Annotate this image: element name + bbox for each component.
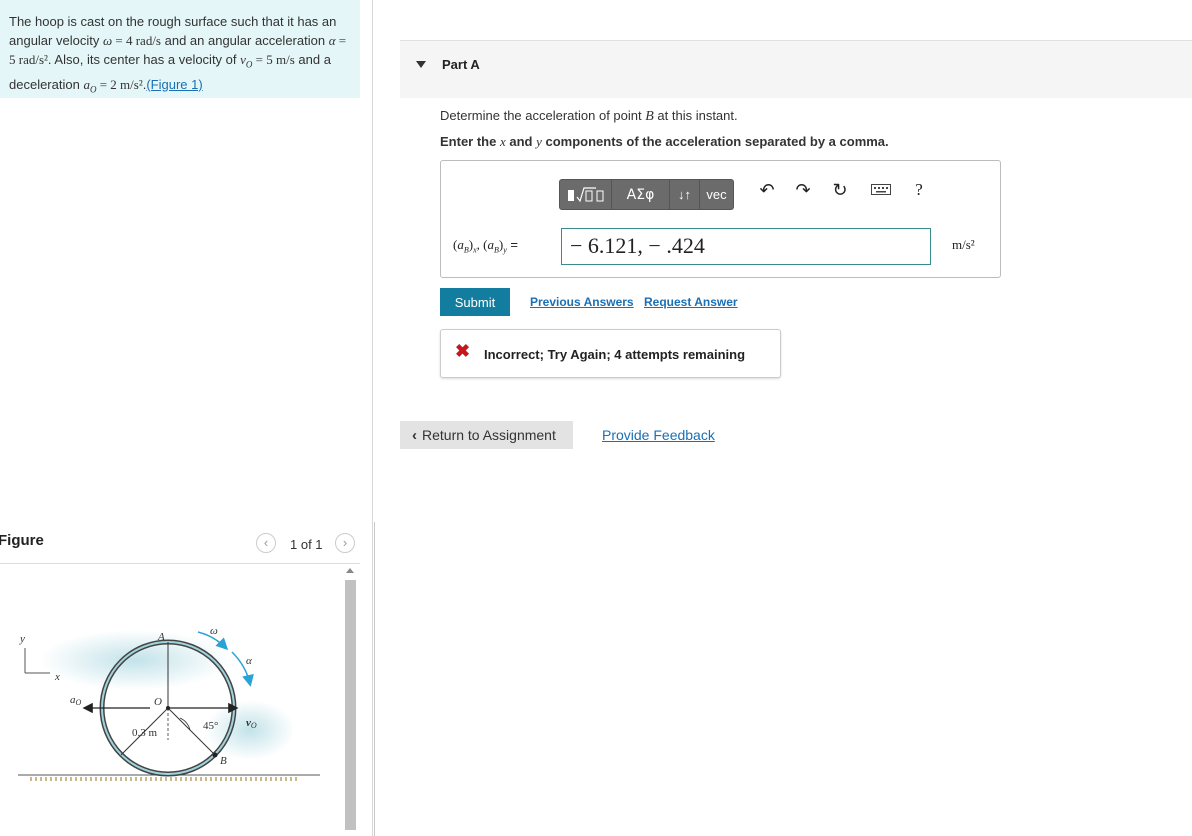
- figure-prev-button[interactable]: ‹: [256, 533, 276, 553]
- redo-icon[interactable]: ↷: [790, 180, 816, 208]
- chevron-left-icon: ‹: [263, 535, 269, 550]
- figure-title: Figure: [0, 532, 44, 549]
- question-text: Determine the acceleration of point B at…: [440, 108, 738, 124]
- answer-label: (aB)x, (aB)y =: [453, 237, 518, 255]
- label-B: B: [220, 755, 227, 767]
- submit-button[interactable]: Submit: [440, 288, 510, 316]
- keyboard-button[interactable]: [868, 180, 894, 208]
- label-A: A: [157, 631, 165, 643]
- scroll-up-icon: [346, 568, 354, 573]
- scrollbar-thumb[interactable]: [345, 580, 356, 830]
- collapse-triangle-icon[interactable]: [416, 61, 426, 68]
- previous-answers-link[interactable]: Previous Answers: [530, 295, 634, 309]
- problem-statement-panel: The hoop is cast on the rough surface su…: [0, 0, 360, 98]
- undo-icon[interactable]: ↶: [754, 180, 780, 208]
- instruction-text: Enter the x and y components of the acce…: [440, 134, 889, 149]
- label-angle: 45°: [203, 720, 218, 732]
- answer-units: m/s²: [952, 237, 975, 252]
- figure-link[interactable]: (Figure 1): [146, 77, 202, 92]
- label-alpha: α: [246, 655, 252, 667]
- label-O: O: [154, 696, 162, 708]
- sqrt-template-icon: [567, 186, 603, 202]
- arrows-button[interactable]: ↓↑: [670, 179, 700, 210]
- figure-divider: [0, 563, 360, 564]
- figure-panel-border: [374, 522, 375, 836]
- greek-symbols-button[interactable]: ΑΣφ: [612, 179, 670, 210]
- point-B: [212, 752, 218, 758]
- x-icon: ✖: [455, 341, 471, 361]
- label-aO: aO: [70, 694, 82, 707]
- hoop-figure: y x A ω α aO O vO 0.3 m 45° B: [18, 625, 320, 781]
- problem-text: The hoop is cast on the rough surface su…: [9, 14, 347, 95]
- part-title: Part A: [442, 57, 480, 72]
- request-answer-link[interactable]: Request Answer: [644, 295, 738, 309]
- vector-button[interactable]: vec: [700, 179, 734, 210]
- feedback-message: ✖ Incorrect; Try Again; 4 attempts remai…: [440, 329, 781, 378]
- answer-box: ΑΣφ ↓↑ vec ↶ ↷ ↻ ? (aB)x, (aB)y = − 6.12…: [440, 160, 1001, 278]
- figure-next-button[interactable]: ›: [335, 533, 355, 553]
- figure-scrollbar[interactable]: [343, 566, 357, 836]
- provide-feedback-link[interactable]: Provide Feedback: [602, 427, 715, 443]
- svg-text:y: y: [19, 633, 25, 645]
- answer-input[interactable]: − 6.121, − .424: [561, 228, 931, 265]
- help-icon[interactable]: ?: [906, 180, 932, 208]
- reset-icon[interactable]: ↻: [827, 180, 853, 208]
- figure-counter: 1 of 1: [290, 537, 323, 552]
- return-to-assignment-button[interactable]: ‹ Return to Assignment: [400, 421, 573, 449]
- chevron-right-icon: ›: [342, 535, 348, 550]
- panel-divider: [372, 0, 373, 836]
- omega-symbol: ω: [102, 33, 113, 48]
- templates-button[interactable]: [559, 179, 612, 210]
- feedback-text: Incorrect; Try Again; 4 attempts remaini…: [484, 347, 746, 362]
- label-omega: ω: [210, 625, 218, 637]
- alpha-symbol: α: [328, 33, 336, 48]
- svg-text:x: x: [54, 671, 60, 683]
- motion-shade: [40, 630, 230, 690]
- math-toolbar: ΑΣφ ↓↑ vec: [559, 179, 734, 210]
- label-radius: 0.3 m: [132, 727, 158, 739]
- return-label: Return to Assignment: [422, 427, 556, 443]
- part-a-header[interactable]: Part A: [400, 40, 1192, 98]
- keyboard-icon: [871, 184, 891, 195]
- chevron-left-icon: ‹: [412, 426, 417, 444]
